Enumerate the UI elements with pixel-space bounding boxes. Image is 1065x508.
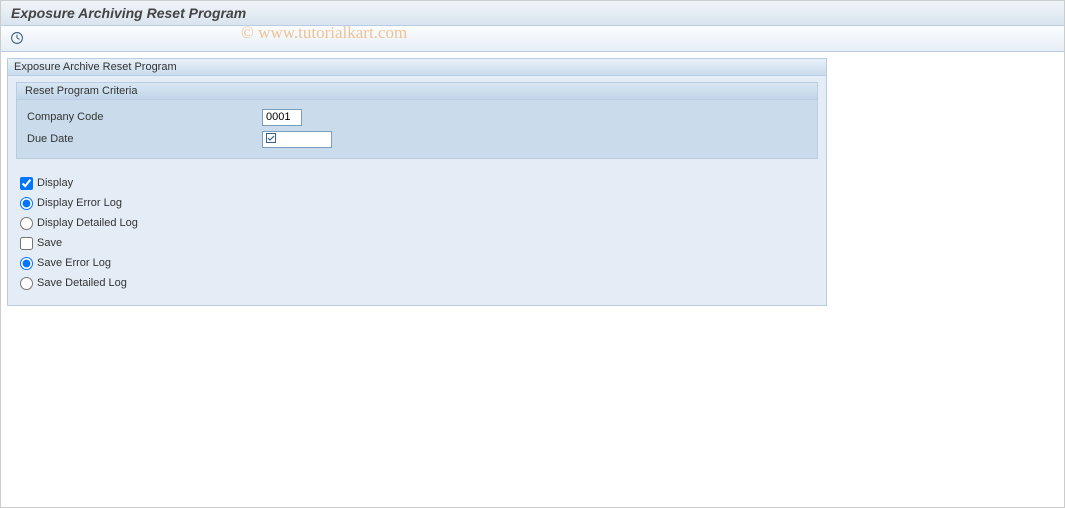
company-code-label: Company Code xyxy=(27,111,262,123)
window-title: Exposure Archiving Reset Program xyxy=(11,5,246,21)
save-error-log-label: Save Error Log xyxy=(37,257,111,269)
due-date-wrap xyxy=(262,131,332,148)
display-detailed-log-row: Display Detailed Log xyxy=(20,213,818,233)
options-block: Display Display Error Log Display Detail… xyxy=(16,173,818,293)
criteria-body: Company Code Due Date xyxy=(17,100,817,158)
due-date-row: Due Date xyxy=(27,128,807,150)
panel-header: Exposure Archive Reset Program xyxy=(8,59,826,76)
company-code-input[interactable] xyxy=(262,109,302,126)
save-checkbox[interactable] xyxy=(20,237,33,250)
save-label: Save xyxy=(37,237,62,249)
display-error-log-radio[interactable] xyxy=(20,197,33,210)
display-error-log-row: Display Error Log xyxy=(20,193,818,213)
save-row: Save xyxy=(20,233,818,253)
execute-button[interactable] xyxy=(7,29,27,47)
save-error-log-radio[interactable] xyxy=(20,257,33,270)
save-detailed-log-row: Save Detailed Log xyxy=(20,273,818,293)
panel-body: Reset Program Criteria Company Code Due … xyxy=(8,76,826,305)
display-row: Display xyxy=(20,173,818,193)
main-panel: Exposure Archive Reset Program Reset Pro… xyxy=(7,58,827,306)
toolbar xyxy=(1,26,1064,52)
company-code-row: Company Code xyxy=(27,106,807,128)
window-title-bar: Exposure Archiving Reset Program xyxy=(1,1,1064,26)
display-error-log-label: Display Error Log xyxy=(37,197,122,209)
display-detailed-log-label: Display Detailed Log xyxy=(37,217,138,229)
clock-icon xyxy=(10,31,24,45)
criteria-groupbox: Reset Program Criteria Company Code Due … xyxy=(16,82,818,159)
due-date-label: Due Date xyxy=(27,133,262,145)
save-error-log-row: Save Error Log xyxy=(20,253,818,273)
display-checkbox[interactable] xyxy=(20,177,33,190)
display-label: Display xyxy=(37,177,73,189)
save-detailed-log-label: Save Detailed Log xyxy=(37,277,127,289)
content-area: Exposure Archive Reset Program Reset Pro… xyxy=(1,52,1064,312)
save-detailed-log-radio[interactable] xyxy=(20,277,33,290)
display-detailed-log-radio[interactable] xyxy=(20,217,33,230)
criteria-header: Reset Program Criteria xyxy=(17,83,817,100)
due-date-input[interactable] xyxy=(262,131,332,148)
